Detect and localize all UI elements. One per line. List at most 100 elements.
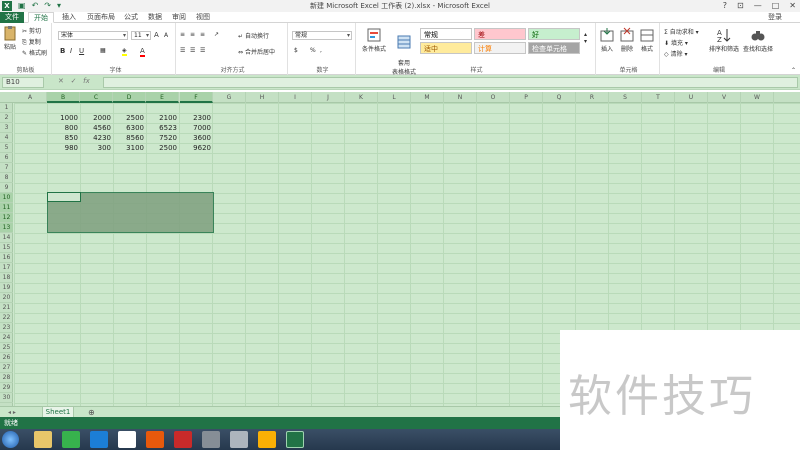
row-header[interactable]: 15: [0, 243, 13, 253]
column-header[interactable]: S: [609, 92, 642, 103]
row-header[interactable]: 23: [0, 323, 13, 333]
maximize-button[interactable]: □: [772, 0, 780, 12]
row-header[interactable]: 29: [0, 383, 13, 393]
paint-app-icon[interactable]: [230, 431, 248, 448]
tab-formulas[interactable]: 公式: [120, 12, 142, 23]
fill-color-button[interactable]: ◈: [122, 47, 127, 56]
row-header[interactable]: 26: [0, 353, 13, 363]
row-header[interactable]: 7: [0, 163, 13, 173]
data-cell[interactable]: 7000: [180, 123, 211, 133]
row-header[interactable]: 2: [0, 113, 13, 123]
paste-button[interactable]: 粘贴: [2, 25, 18, 51]
excel-taskbar-icon[interactable]: [286, 431, 304, 448]
row-header[interactable]: 13: [0, 223, 13, 233]
tab-home[interactable]: 开始: [28, 12, 54, 23]
column-header[interactable]: H: [246, 92, 279, 103]
row-header[interactable]: 11: [0, 203, 13, 213]
underline-button[interactable]: U: [79, 47, 84, 55]
data-cell[interactable]: 8560: [113, 133, 144, 143]
column-header[interactable]: M: [411, 92, 444, 103]
column-header[interactable]: B: [47, 92, 80, 103]
media-app-icon[interactable]: [202, 431, 220, 448]
row-header[interactable]: 5: [0, 143, 13, 153]
column-header[interactable]: W: [741, 92, 774, 103]
style-calculation[interactable]: 计算: [474, 42, 526, 54]
insert-function-button[interactable]: fx: [83, 77, 90, 85]
data-cell[interactable]: 1000: [47, 113, 78, 123]
column-header[interactable]: D: [113, 92, 146, 103]
clear-button[interactable]: ◇ 清除 ▾: [664, 49, 687, 58]
data-cell[interactable]: 3100: [113, 143, 144, 153]
column-header[interactable]: G: [213, 92, 246, 103]
wechat-icon[interactable]: [62, 431, 80, 448]
insert-cells-button[interactable]: 插入: [598, 27, 616, 53]
percent-button[interactable]: %: [310, 47, 316, 54]
row-header[interactable]: 22: [0, 313, 13, 323]
column-header[interactable]: T: [642, 92, 675, 103]
align-center-icon[interactable]: ☰: [190, 47, 195, 54]
shrink-font-button[interactable]: A: [164, 32, 168, 39]
column-header[interactable]: J: [312, 92, 345, 103]
data-cell[interactable]: 2000: [80, 113, 111, 123]
data-cell[interactable]: 2500: [146, 143, 177, 153]
number-format-combo[interactable]: 常规: [292, 31, 352, 40]
tab-insert[interactable]: 插入: [58, 12, 80, 23]
column-header[interactable]: E: [146, 92, 179, 103]
column-header[interactable]: N: [444, 92, 477, 103]
delete-cells-button[interactable]: 删除: [618, 27, 636, 53]
align-middle-icon[interactable]: ≡: [190, 31, 195, 38]
help-button[interactable]: ?: [723, 0, 727, 12]
sort-filter-button[interactable]: AZ 排序和筛选: [708, 27, 740, 53]
file-explorer-icon[interactable]: [34, 431, 52, 448]
column-header[interactable]: C: [80, 92, 113, 103]
data-cell[interactable]: 4230: [80, 133, 111, 143]
column-header[interactable]: U: [675, 92, 708, 103]
enter-icon[interactable]: ✓: [71, 77, 77, 85]
row-header[interactable]: 16: [0, 253, 13, 263]
column-header[interactable]: K: [345, 92, 378, 103]
column-header[interactable]: V: [708, 92, 741, 103]
row-header[interactable]: 21: [0, 303, 13, 313]
notes-app-icon[interactable]: [258, 431, 276, 448]
find-select-button[interactable]: 查找和选择: [742, 27, 774, 53]
column-header[interactable]: I: [279, 92, 312, 103]
border-button[interactable]: ▦: [100, 47, 106, 54]
cut-button[interactable]: ✂ 剪切: [22, 26, 41, 35]
italic-button[interactable]: I: [70, 47, 72, 55]
data-cell[interactable]: 7520: [146, 133, 177, 143]
align-top-icon[interactable]: ≡: [180, 31, 185, 38]
close-button[interactable]: ✕: [789, 0, 796, 12]
column-header[interactable]: A: [14, 92, 47, 103]
format-painter-button[interactable]: ✎ 格式刷: [22, 48, 47, 57]
active-cell[interactable]: [47, 192, 81, 202]
pdf-reader-icon[interactable]: [146, 431, 164, 448]
font-name-combo[interactable]: 宋体: [58, 31, 128, 40]
data-cell[interactable]: 6300: [113, 123, 144, 133]
row-header[interactable]: 14: [0, 233, 13, 243]
comma-button[interactable]: ,: [320, 47, 322, 54]
orientation-icon[interactable]: ↗: [214, 31, 219, 38]
restore-ribbon-button[interactable]: ⊡: [737, 0, 744, 12]
data-cell[interactable]: 2300: [180, 113, 211, 123]
row-header[interactable]: 9: [0, 183, 13, 193]
column-header[interactable]: P: [510, 92, 543, 103]
style-bad[interactable]: 差: [474, 28, 526, 40]
row-header[interactable]: 20: [0, 293, 13, 303]
data-cell[interactable]: 850: [47, 133, 78, 143]
row-header[interactable]: 1: [0, 103, 13, 113]
tab-page-layout[interactable]: 页面布局: [84, 12, 118, 23]
data-cell[interactable]: 2100: [146, 113, 177, 123]
bold-button[interactable]: B: [60, 47, 65, 55]
style-neutral[interactable]: 适中: [420, 42, 472, 54]
style-normal[interactable]: 常规: [420, 28, 472, 40]
grow-font-button[interactable]: A: [154, 31, 159, 39]
cancel-icon[interactable]: ✕: [58, 77, 64, 85]
align-right-icon[interactable]: ☰: [200, 47, 205, 54]
column-header[interactable]: O: [477, 92, 510, 103]
row-header[interactable]: 3: [0, 123, 13, 133]
fill-button[interactable]: ⬇ 填充 ▾: [664, 38, 688, 47]
row-header[interactable]: 10: [0, 193, 13, 203]
tab-review[interactable]: 审阅: [168, 12, 190, 23]
cloud-app-icon[interactable]: [118, 431, 136, 448]
tab-file[interactable]: 文件: [0, 12, 24, 23]
